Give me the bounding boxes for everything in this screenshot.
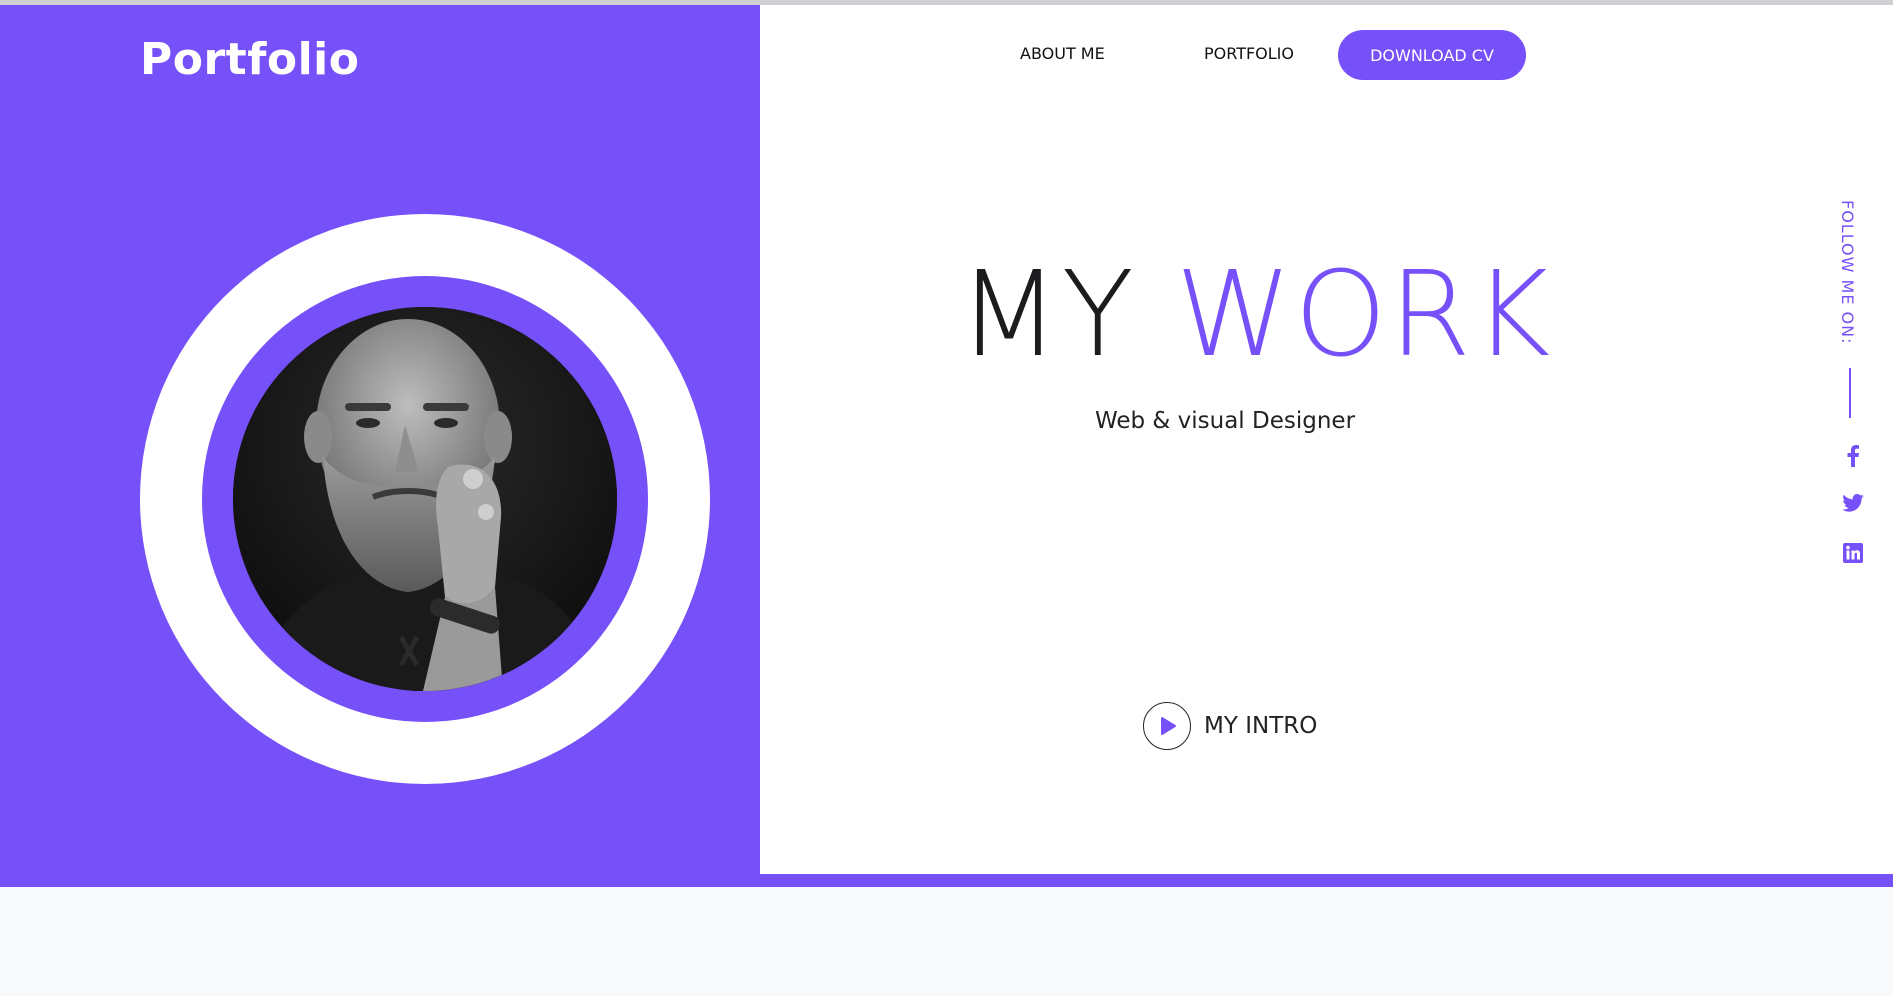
facebook-link[interactable] <box>1838 443 1868 469</box>
nav-about-me[interactable]: ABOUT ME <box>1020 44 1105 63</box>
follow-me-label: FOLLOW ME ON: <box>1838 200 1857 345</box>
download-cv-button[interactable]: DOWNLOAD CV <box>1338 30 1526 80</box>
my-intro-label: MY INTRO <box>1204 713 1318 739</box>
play-icon <box>1161 717 1176 735</box>
page: Portfolio ABOUT ME PORTFOLIO DOWNLOAD CV… <box>0 0 1893 996</box>
play-button[interactable] <box>1143 702 1191 750</box>
right-hero-panel <box>760 5 1893 874</box>
hero-title-part1: MY <box>958 245 1136 383</box>
nav-portfolio[interactable]: PORTFOLIO <box>1204 44 1294 63</box>
my-intro-button[interactable]: MY INTRO <box>1143 702 1317 750</box>
hero-title: MY WORK <box>958 255 1618 373</box>
hero-subtitle: Web & visual Designer <box>1094 408 1356 434</box>
hero-bottom-accent-band <box>760 874 1893 887</box>
portrait-photo <box>233 307 617 691</box>
twitter-icon <box>1842 494 1864 512</box>
hero-title-part2: WORK <box>1175 245 1553 383</box>
brand-logo-text[interactable]: Portfolio <box>140 34 359 85</box>
linkedin-icon <box>1843 543 1863 563</box>
twitter-link[interactable] <box>1838 490 1868 516</box>
linkedin-link[interactable] <box>1838 540 1868 566</box>
facebook-icon <box>1847 445 1859 467</box>
follow-divider-line <box>1849 368 1851 418</box>
follow-me-section: FOLLOW ME ON: <box>1838 200 1868 350</box>
below-fold-area <box>0 887 1893 996</box>
download-cv-label: DOWNLOAD CV <box>1370 45 1494 65</box>
portrait-illustration <box>233 307 617 691</box>
